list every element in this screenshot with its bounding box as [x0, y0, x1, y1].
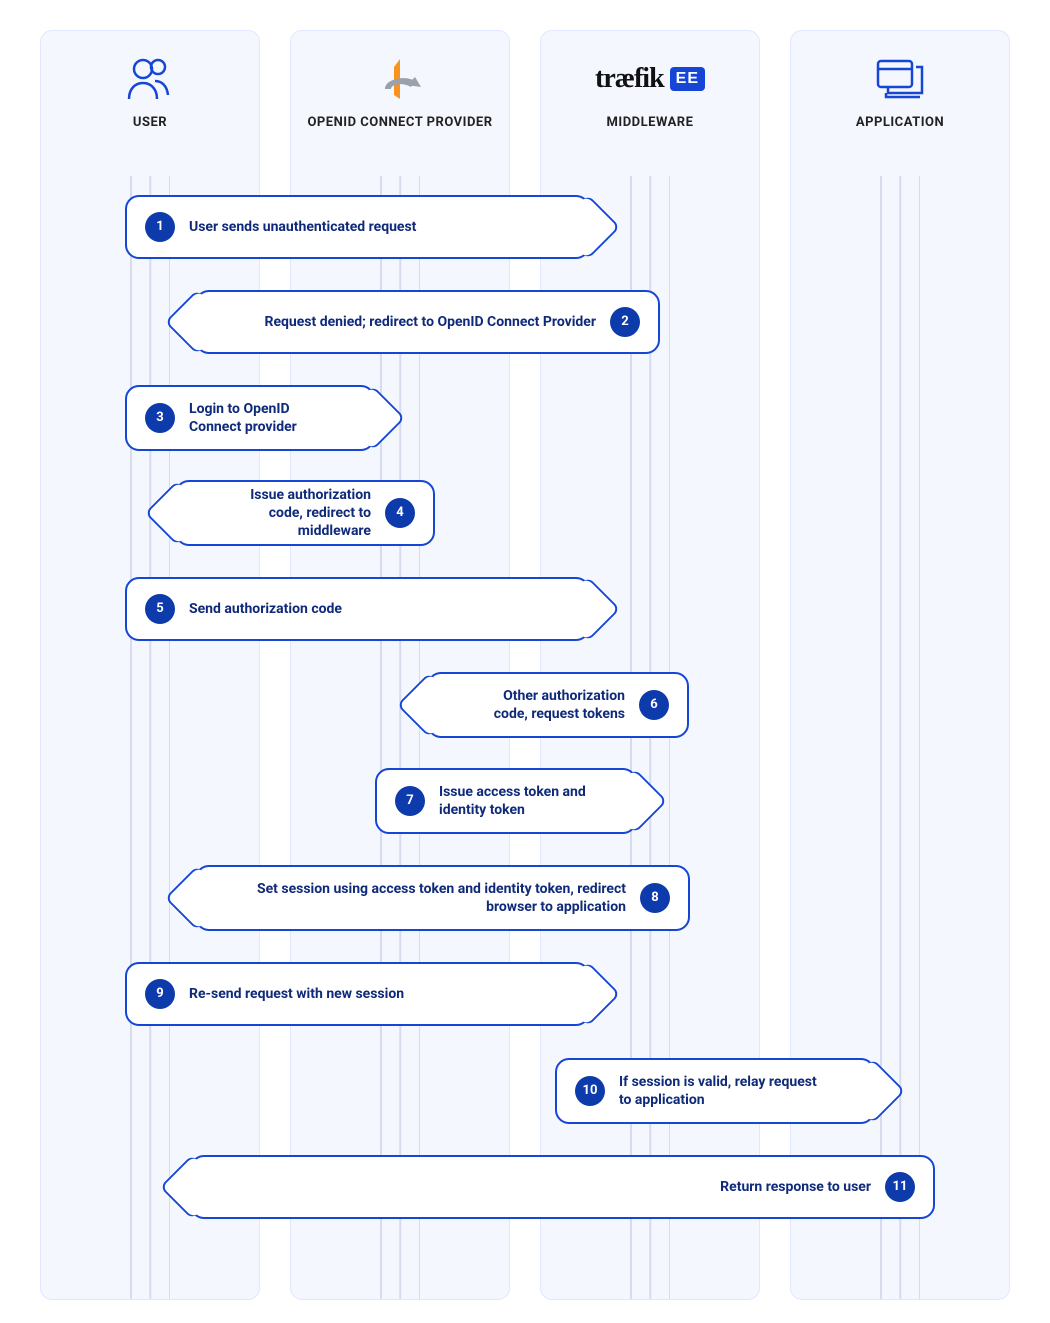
lane-middleware-title: MIDDLEWARE: [541, 115, 759, 130]
step-10: 10 If session is valid, relay request to…: [555, 1058, 875, 1124]
step-10-badge: 10: [575, 1076, 605, 1106]
step-7: 7 Issue access token and identity token: [375, 768, 637, 834]
traefik-logo-badge: EE: [670, 67, 705, 91]
traefik-logo: træfik EE: [541, 51, 759, 107]
traefik-logo-text: træfik: [595, 63, 664, 95]
step-7-badge: 7: [395, 786, 425, 816]
step-3-label: Login to OpenID Connect provider: [189, 400, 329, 436]
step-6: Other authorization code, request tokens…: [427, 672, 689, 738]
lane-user-title: USER: [41, 115, 259, 130]
step-11-label: Return response to user: [720, 1178, 871, 1196]
sequence-diagram: USER OPENID CONNECT PROVIDER træfik EE M…: [0, 0, 1050, 1323]
lane-provider-title: OPENID CONNECT PROVIDER: [291, 115, 509, 130]
step-5-label: Send authorization code: [189, 600, 342, 618]
step-8-badge: 8: [640, 883, 670, 913]
step-5-badge: 5: [145, 594, 175, 624]
step-6-badge: 6: [639, 690, 669, 720]
step-5: 5 Send authorization code: [125, 577, 590, 641]
step-2-badge: 2: [610, 307, 640, 337]
step-1: 1 User sends unauthenticated request: [125, 195, 590, 259]
step-8: Set session using access token and ident…: [195, 865, 690, 931]
step-10-label: If session is valid, relay request to ap…: [619, 1073, 829, 1109]
step-9-badge: 9: [145, 979, 175, 1009]
step-4-label: Issue authorization code, redirect to mi…: [221, 486, 371, 541]
step-1-label: User sends unauthenticated request: [189, 218, 416, 236]
application-icon: [791, 51, 1009, 107]
user-icon: [41, 51, 259, 107]
step-7-label: Issue access token and identity token: [439, 783, 591, 819]
step-3: 3 Login to OpenID Connect provider: [125, 385, 375, 451]
step-11-badge: 11: [885, 1172, 915, 1202]
step-8-label: Set session using access token and ident…: [241, 880, 626, 916]
step-2-label: Request denied; redirect to OpenID Conne…: [264, 313, 596, 331]
step-4-badge: 4: [385, 498, 415, 528]
step-3-badge: 3: [145, 403, 175, 433]
lane-application-title: APPLICATION: [791, 115, 1009, 130]
step-6-label: Other authorization code, request tokens: [473, 687, 625, 723]
step-2: Request denied; redirect to OpenID Conne…: [195, 290, 660, 354]
step-9-label: Re-send request with new session: [189, 985, 404, 1003]
step-4: Issue authorization code, redirect to mi…: [175, 480, 435, 546]
openid-icon: [291, 51, 509, 107]
step-11: Return response to user 11: [190, 1155, 935, 1219]
step-1-badge: 1: [145, 212, 175, 242]
step-9: 9 Re-send request with new session: [125, 962, 590, 1026]
